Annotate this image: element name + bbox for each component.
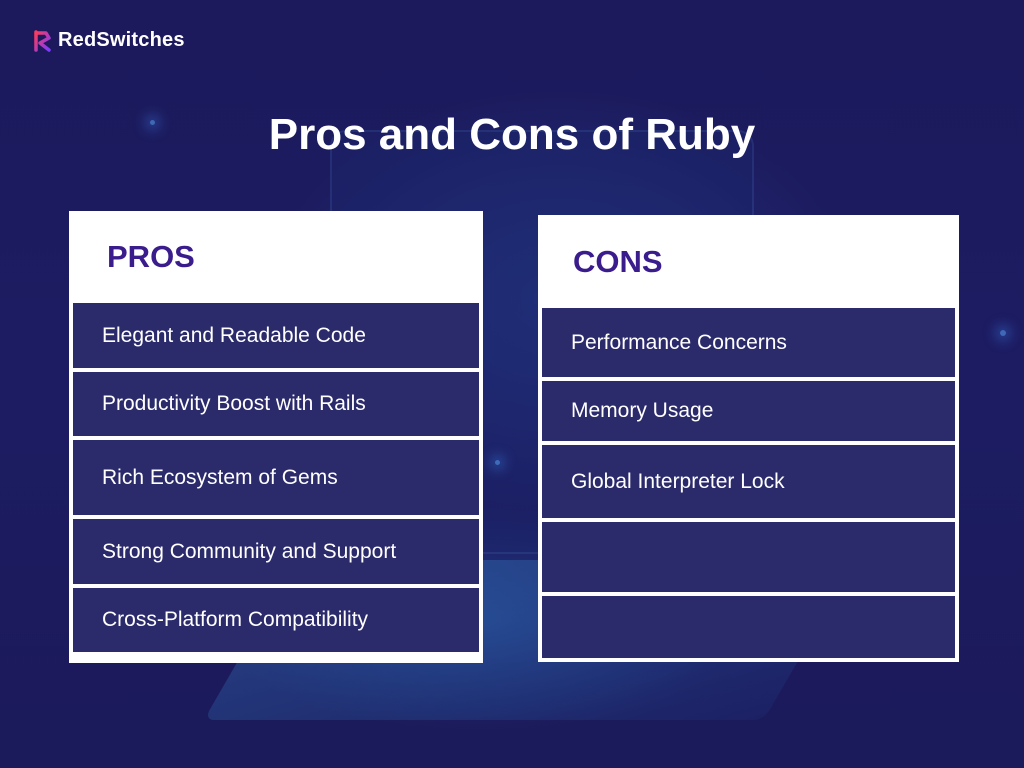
pros-item: Strong Community and Support (73, 519, 479, 584)
page-title: Pros and Cons of Ruby (268, 110, 756, 159)
cons-item: Performance Concerns (542, 308, 955, 377)
pros-card: PROS Elegant and Readable Code Productiv… (69, 211, 483, 663)
cons-item: Global Interpreter Lock (542, 445, 955, 518)
brand-name: RedSwitches (58, 29, 185, 51)
cons-item-empty (542, 596, 955, 658)
redswitches-logo-icon (34, 29, 51, 52)
pros-item: Elegant and Readable Code (73, 303, 479, 368)
pros-heading: PROS (107, 239, 195, 274)
background-glow-dot (1000, 330, 1006, 336)
cons-item: Memory Usage (542, 381, 955, 441)
cons-list: Performance Concerns Memory Usage Global… (542, 308, 955, 658)
cons-item-empty (542, 522, 955, 592)
pros-item: Cross-Platform Compatibility (73, 588, 479, 652)
brand-logo[interactable]: RedSwitches (34, 29, 185, 52)
pros-item: Rich Ecosystem of Gems (73, 440, 479, 515)
background-glow-dot (495, 460, 500, 465)
pros-list: Elegant and Readable Code Productivity B… (73, 303, 479, 652)
pros-item: Productivity Boost with Rails (73, 372, 479, 436)
cons-card: CONS Performance Concerns Memory Usage G… (538, 215, 959, 662)
cons-heading: CONS (573, 243, 663, 279)
